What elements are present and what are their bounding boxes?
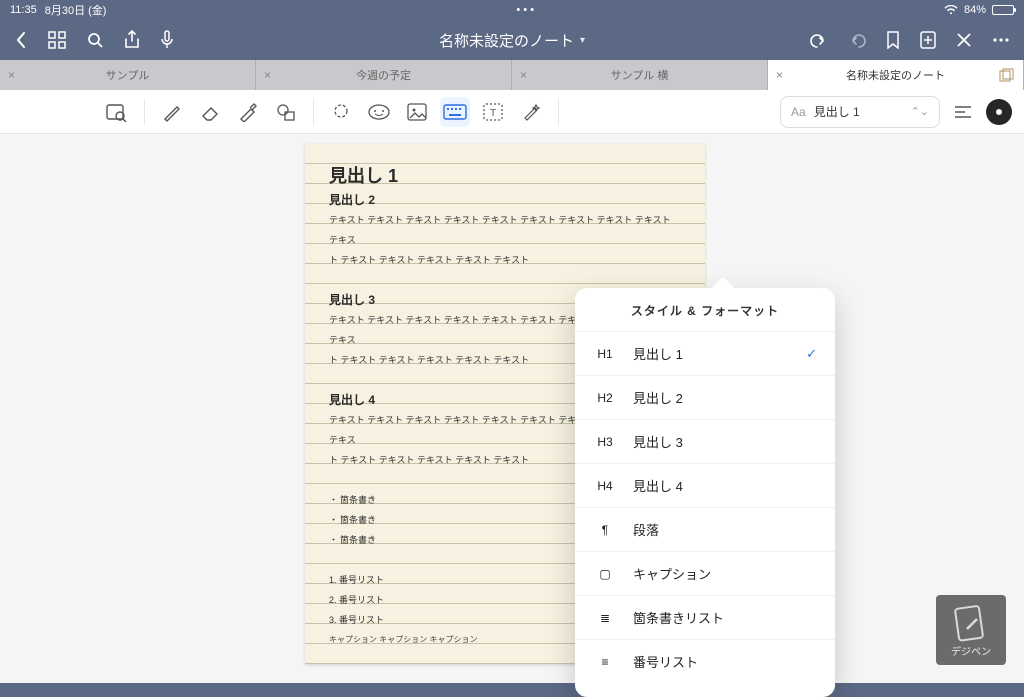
shapes-tool-icon[interactable] [271,97,301,127]
more-icon[interactable] [992,37,1010,43]
highlighter-tool-icon[interactable] [233,97,263,127]
tab-bar: × サンプル × 今週の予定 × サンプル 横 × 名称未設定のノート [0,60,1024,90]
align-icon[interactable] [948,97,978,127]
style-option-numbered-list[interactable]: ≡ 番号リスト [575,639,835,683]
tab-close-icon[interactable]: × [776,68,783,82]
lasso-tool-icon[interactable] [326,97,356,127]
doc-h2: 見出し 2 [329,190,681,210]
textbox-tool-icon[interactable]: T [478,97,508,127]
bullet-list-icon: ≣ [593,611,617,625]
zoom-tool-icon[interactable] [102,97,132,127]
battery-icon [992,5,1014,15]
popover-title: スタイル & フォーマット [575,302,835,331]
paragraph-icon: ¶ [593,523,617,537]
status-date: 8月30日 (金) [45,2,107,18]
wifi-icon [944,5,958,15]
back-icon[interactable] [14,31,28,49]
aa-icon: Aa [791,105,806,119]
tab-close-icon[interactable]: × [264,68,271,82]
tool-row: T Aa 見出し 1 ⌃⌄ [0,90,1024,134]
redo-icon[interactable] [848,32,866,48]
library-icon[interactable] [999,68,1015,82]
updown-icon: ⌃⌄ [911,105,929,118]
svg-text:T: T [490,108,496,119]
search-icon[interactable] [86,31,104,49]
style-format-popover: スタイル & フォーマット H1 見出し 1 ✓ H2 見出し 2 H3 見出し… [575,288,835,697]
style-option-h3[interactable]: H3 見出し 3 [575,419,835,463]
status-bar: 11:35 8月30日 (金) • • • 84% [0,0,1024,20]
doc-text: ト テキスト テキスト テキスト テキスト テキスト [329,250,681,270]
caption-icon: ▢ [593,567,617,581]
magic-tool-icon[interactable] [516,97,546,127]
chevron-down-icon: ▾ [580,35,585,46]
text-style-selector[interactable]: Aa 見出し 1 ⌃⌄ [780,96,940,128]
battery-pct: 84% [964,4,986,16]
color-picker-button[interactable] [986,99,1012,125]
status-time: 11:35 [10,4,37,16]
undo-icon[interactable] [810,32,828,48]
doc-text: テキスト テキスト テキスト テキスト テキスト テキスト テキスト テキスト … [329,210,681,250]
tab-untitled[interactable]: × 名称未設定のノート [768,60,1024,90]
style-option-h2[interactable]: H2 見出し 2 [575,375,835,419]
add-page-icon[interactable] [920,31,936,49]
mic-icon[interactable] [160,30,174,50]
grid-icon[interactable] [48,31,66,49]
tab-close-icon[interactable]: × [8,68,15,82]
share-icon[interactable] [124,30,140,50]
style-option-h1[interactable]: H1 見出し 1 ✓ [575,331,835,375]
check-icon: ✓ [806,346,817,362]
keyboard-tool-icon[interactable] [440,97,470,127]
tab-weekly[interactable]: × 今週の予定 [256,60,512,90]
watermark-logo: デジペン [936,595,1006,665]
handle-dots: • • • [516,4,534,16]
page-title[interactable]: 名称未設定のノート ▾ [439,30,585,51]
tab-sample[interactable]: × サンプル [0,60,256,90]
doc-h1: 見出し 1 [329,166,681,186]
style-selector-label: 見出し 1 [814,103,860,120]
eraser-tool-icon[interactable] [195,97,225,127]
tab-sample-wide[interactable]: × サンプル 横 [512,60,768,90]
style-option-h4[interactable]: H4 見出し 4 [575,463,835,507]
tab-close-icon[interactable]: × [520,68,527,82]
canvas-area[interactable]: 見出し 1 見出し 2 テキスト テキスト テキスト テキスト テキスト テキス… [0,134,1024,683]
number-list-icon: ≡ [593,655,617,669]
style-option-paragraph[interactable]: ¶ 段落 [575,507,835,551]
style-option-bulleted-list[interactable]: ≣ 箇条書きリスト [575,595,835,639]
image-tool-icon[interactable] [402,97,432,127]
close-icon[interactable] [956,32,972,48]
sticker-tool-icon[interactable] [364,97,394,127]
title-bar: 名称未設定のノート ▾ [0,20,1024,60]
style-option-caption[interactable]: ▢ キャプション [575,551,835,595]
bookmark-icon[interactable] [886,31,900,49]
pen-tool-icon[interactable] [157,97,187,127]
